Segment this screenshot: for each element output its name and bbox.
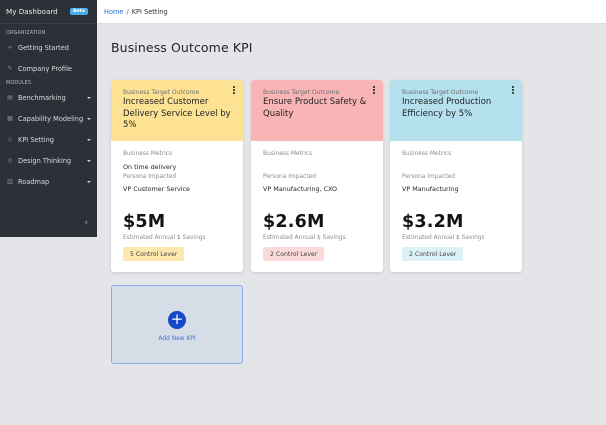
add-kpi-card[interactable]: + Add New KPI [111,285,243,364]
sidebar-header[interactable]: My Dashboard Beta [0,0,97,24]
more-options-icon[interactable] [512,86,515,94]
savings-value: $3.2M [402,212,464,232]
rocket-icon: ⟡ [8,43,12,51]
collapse-sidebar-icon[interactable]: ‹ [84,218,88,228]
chart-icon: ▤ [7,93,13,101]
pencil-icon: ✎ [7,64,13,72]
more-options-icon[interactable] [373,86,376,94]
breadcrumb-separator: / [126,7,129,16]
card-kind: Business Target Outcome [402,89,479,96]
sidebar-item-company-profile[interactable]: ✎ Company Profile [0,58,97,79]
persona-label: Persona Impacted [263,174,317,180]
chevron-down-icon[interactable] [87,159,91,162]
control-lever-badge[interactable]: 2 Control Lever [402,247,464,261]
card-header: Business Target Outcome Increased Produc… [390,80,522,141]
section-modules: MODULES [6,81,32,86]
sidebar-item-label: Getting Started [18,43,69,52]
breadcrumb-current: KPI Setting [131,7,168,16]
metrics-label: Business Metrics [123,151,173,157]
dashboard-title[interactable]: My Dashboard [6,7,58,16]
sidebar-item-label: Capability Modeling [18,114,84,123]
sidebar-item-benchmarking[interactable]: ▤ Benchmarking [0,87,97,108]
add-kpi-label: Add New KPI [158,336,196,342]
card-header: Business Target Outcome Increased Custom… [111,80,243,141]
card-title: Increased Customer Delivery Service Leve… [123,97,231,130]
sidebar-item-label: Company Profile [18,64,72,73]
sidebar-item-label: Benchmarking [18,93,66,102]
persona-label: Persona Impacted [123,174,177,180]
savings-value: $5M [123,212,166,232]
page-title: Business Outcome KPI [111,40,253,55]
control-lever-badge[interactable]: 2 Control Lever [263,247,325,261]
chevron-down-icon[interactable] [87,96,91,99]
card-kind: Business Target Outcome [263,89,340,96]
card-kind: Business Target Outcome [123,89,200,96]
plus-icon[interactable]: + [168,311,186,329]
persona-value: VP Manufacturing, CXO [263,185,338,193]
savings-label: Estimated Annual $ Savings [402,235,485,241]
savings-label: Estimated Annual $ Savings [123,235,206,241]
kpi-card[interactable]: Business Target Outcome Ensure Product S… [251,80,383,272]
control-lever-badge[interactable]: 5 Control Lever [123,247,185,261]
section-organization: ORGANIZATION [6,31,46,36]
chevron-down-icon[interactable] [87,117,91,120]
kpi-card[interactable]: Business Target Outcome Increased Custom… [111,80,243,272]
chevron-down-icon[interactable] [87,138,91,141]
beta-badge: Beta [70,8,88,15]
sidebar-item-kpi-setting[interactable]: ◇ KPI Setting [0,129,97,150]
more-options-icon[interactable] [233,86,236,94]
tag-icon: ◇ [7,135,13,143]
kpi-card[interactable]: Business Target Outcome Increased Produc… [390,80,522,272]
card-title: Increased Production Efficiency by 5% [402,97,492,119]
sidebar-item-capability-modeling[interactable]: ▦ Capability Modeling [0,108,97,129]
chevron-down-icon[interactable] [87,180,91,183]
metrics-label: Business Metrics [263,151,313,157]
sidebar-item-label: KPI Setting [18,135,54,144]
sidebar-item-label: Roadmap [18,177,50,186]
sidebar-item-label: Design Thinking [18,156,72,165]
sidebar-item-getting-started[interactable]: ⟡ Getting Started [0,37,97,58]
savings-label: Estimated Annual $ Savings [263,235,346,241]
card-header: Business Target Outcome Ensure Product S… [251,80,383,141]
breadcrumb-home-link[interactable]: Home [104,8,123,16]
persona-value: VP Manufacturing [402,185,459,193]
sidebar: My Dashboard Beta ORGANIZATION ⟡ Getting… [0,0,97,237]
grid-icon: ▦ [7,114,13,122]
persona-label: Persona Impacted [402,174,456,180]
persona-value: VP Customer Service [123,185,190,193]
bulb-icon: ◎ [7,156,13,164]
metrics-value: On time delivery [123,163,177,171]
sidebar-item-design-thinking[interactable]: ◎ Design Thinking [0,150,97,171]
card-title: Ensure Product Safety & Quality [263,97,367,119]
sidebar-item-roadmap[interactable]: ▥ Roadmap [0,171,97,192]
savings-value: $2.6M [263,212,325,232]
breadcrumb: Home / KPI Setting [97,0,606,24]
metrics-label: Business Metrics [402,151,452,157]
map-icon: ▥ [7,177,13,185]
